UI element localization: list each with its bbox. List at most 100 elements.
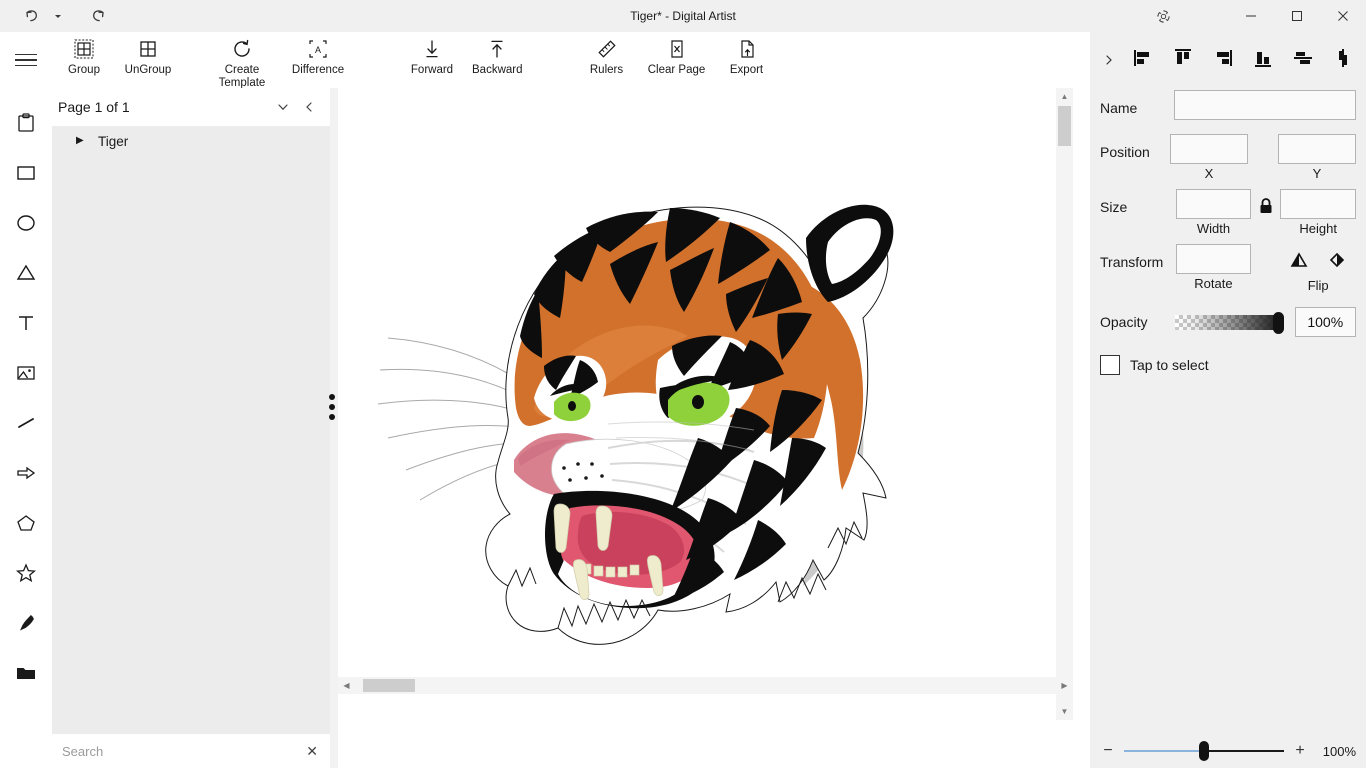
scroll-up-chevron-up-icon[interactable]: ▲	[1056, 88, 1073, 105]
rotate-input[interactable]	[1175, 244, 1252, 274]
close-button[interactable]	[1320, 0, 1366, 32]
star-icon	[15, 562, 37, 589]
drawing-canvas[interactable]: ▲ ▼ ◀ ▶	[338, 88, 1073, 720]
align-center-horizontal-icon	[1292, 47, 1314, 74]
ungroup-label: UnGroup	[124, 64, 172, 76]
flip-vertical-button[interactable]	[1290, 251, 1308, 274]
zoom-slider-thumb[interactable]	[1199, 741, 1210, 761]
pentagon-icon	[15, 512, 37, 539]
backward-button[interactable]: Backward	[464, 32, 531, 77]
folder-icon	[15, 662, 37, 689]
size-width-input[interactable]	[1175, 189, 1252, 219]
opacity-slider[interactable]	[1174, 312, 1284, 334]
name-field-row: Name	[1090, 90, 1366, 120]
hamburger-menu-icon[interactable]	[0, 32, 52, 88]
triangle-right-icon[interactable]: ▶	[76, 136, 86, 146]
ribbon-toolbar: Group UnGroup Create Template A Differen…	[0, 32, 1090, 90]
flip-vertical-icon	[1290, 251, 1308, 273]
flip-horizontal-button[interactable]	[1328, 251, 1346, 274]
scroll-down-chevron-down-icon[interactable]: ▼	[1056, 703, 1073, 720]
size-height-input[interactable]	[1280, 189, 1357, 219]
opacity-slider-track	[1174, 315, 1279, 330]
pen-tool[interactable]	[1, 600, 51, 650]
opacity-label: Opacity	[1100, 314, 1148, 330]
align-center-horizontal-button[interactable]	[1286, 43, 1320, 77]
difference-button[interactable]: A Difference	[280, 32, 356, 77]
align-right-button[interactable]	[1206, 43, 1240, 77]
rectangle-tool[interactable]	[1, 150, 51, 200]
layers-expand-chevron-down-icon[interactable]	[270, 94, 296, 120]
zoom-out-button[interactable]: −	[1100, 742, 1116, 760]
position-field-row: Position X Y	[1090, 134, 1366, 181]
zoom-slider[interactable]	[1124, 741, 1284, 761]
align-center-vertical-button[interactable]	[1326, 43, 1360, 77]
create-template-button[interactable]: Create Template	[204, 32, 280, 90]
create-template-label: Create Template	[218, 64, 266, 89]
undo-dropdown-chevron-down-icon[interactable]	[50, 2, 66, 30]
redo-icon[interactable]	[82, 2, 116, 30]
ribbon-items: Group UnGroup Create Template A Differen…	[52, 32, 779, 90]
undo-icon[interactable]	[14, 2, 48, 30]
name-input[interactable]	[1174, 90, 1356, 120]
align-expand-chevron-right-icon[interactable]	[1098, 53, 1120, 67]
canvas-horizontal-scrollbar[interactable]: ◀ ▶	[338, 677, 1073, 694]
opacity-value[interactable]: 100%	[1294, 307, 1356, 337]
opacity-slider-thumb[interactable]	[1272, 312, 1284, 334]
horizontal-scroll-track[interactable]	[355, 677, 1056, 694]
align-bottom-button[interactable]	[1246, 43, 1280, 77]
align-right-icon	[1212, 47, 1234, 74]
group-button[interactable]: Group	[52, 32, 116, 77]
rulers-button[interactable]: Rulers	[575, 32, 639, 77]
canvas-vertical-scrollbar[interactable]: ▲ ▼	[1056, 88, 1073, 720]
search-clear-close-icon[interactable]: ✕	[302, 743, 322, 760]
ungroup-button[interactable]: UnGroup	[116, 32, 180, 77]
horizontal-scroll-thumb[interactable]	[363, 679, 415, 692]
align-left-button[interactable]	[1126, 43, 1160, 77]
position-x-sublabel: X	[1204, 166, 1214, 181]
size-field-row: Size Width Height	[1090, 189, 1366, 236]
triangle-tool[interactable]	[1, 250, 51, 300]
pen-icon	[15, 612, 37, 639]
panel-splitter[interactable]	[326, 88, 338, 726]
folder-tool[interactable]	[1, 650, 51, 700]
image-tool[interactable]	[1, 350, 51, 400]
line-tool[interactable]	[1, 400, 51, 450]
scroll-left-chevron-left-icon[interactable]: ◀	[338, 681, 355, 690]
star-tool[interactable]	[1, 550, 51, 600]
vertical-scroll-thumb[interactable]	[1058, 106, 1071, 146]
clear-page-button[interactable]: Clear Page	[639, 32, 715, 77]
text-tool[interactable]	[1, 300, 51, 350]
list-item[interactable]: ▶ Tiger	[52, 126, 330, 156]
pentagon-tool[interactable]	[1, 500, 51, 550]
layers-collapse-chevron-left-icon[interactable]	[296, 94, 322, 120]
canvas-area: ▲ ▼ ◀ ▶	[338, 88, 1090, 768]
zoom-in-button[interactable]: +	[1292, 742, 1308, 760]
maximize-button[interactable]	[1274, 0, 1320, 32]
create-template-icon	[231, 36, 253, 62]
triangle-icon	[15, 262, 37, 289]
arrow-tool[interactable]	[1, 450, 51, 500]
flip-controls: Flip	[1280, 244, 1356, 293]
ellipse-tool[interactable]	[1, 200, 51, 250]
window-controls	[1140, 0, 1366, 32]
tap-to-select-row[interactable]: Tap to select	[1090, 355, 1366, 375]
layers-list: ▶ Tiger	[52, 126, 330, 734]
position-label: Position	[1100, 144, 1150, 160]
aspect-lock-button[interactable]	[1251, 189, 1280, 220]
tap-to-select-checkbox[interactable]	[1100, 355, 1120, 375]
drag-handle-dots-icon	[329, 390, 335, 424]
search-input[interactable]	[62, 744, 303, 759]
backward-label: Backward	[472, 64, 523, 76]
position-y-input[interactable]	[1278, 134, 1356, 164]
position-x-input[interactable]	[1170, 134, 1248, 164]
rulers-label: Rulers	[589, 64, 624, 76]
export-button[interactable]: Export	[715, 32, 779, 77]
forward-button[interactable]: Forward	[400, 32, 464, 77]
align-top-button[interactable]	[1166, 43, 1200, 77]
minimize-button[interactable]	[1228, 0, 1274, 32]
settings-gear-icon[interactable]	[1140, 0, 1186, 32]
clipboard-tool[interactable]	[1, 100, 51, 150]
scroll-right-chevron-right-icon[interactable]: ▶	[1056, 681, 1073, 690]
position-y-sublabel: Y	[1312, 166, 1322, 181]
tiger-artwork[interactable]	[358, 108, 918, 668]
